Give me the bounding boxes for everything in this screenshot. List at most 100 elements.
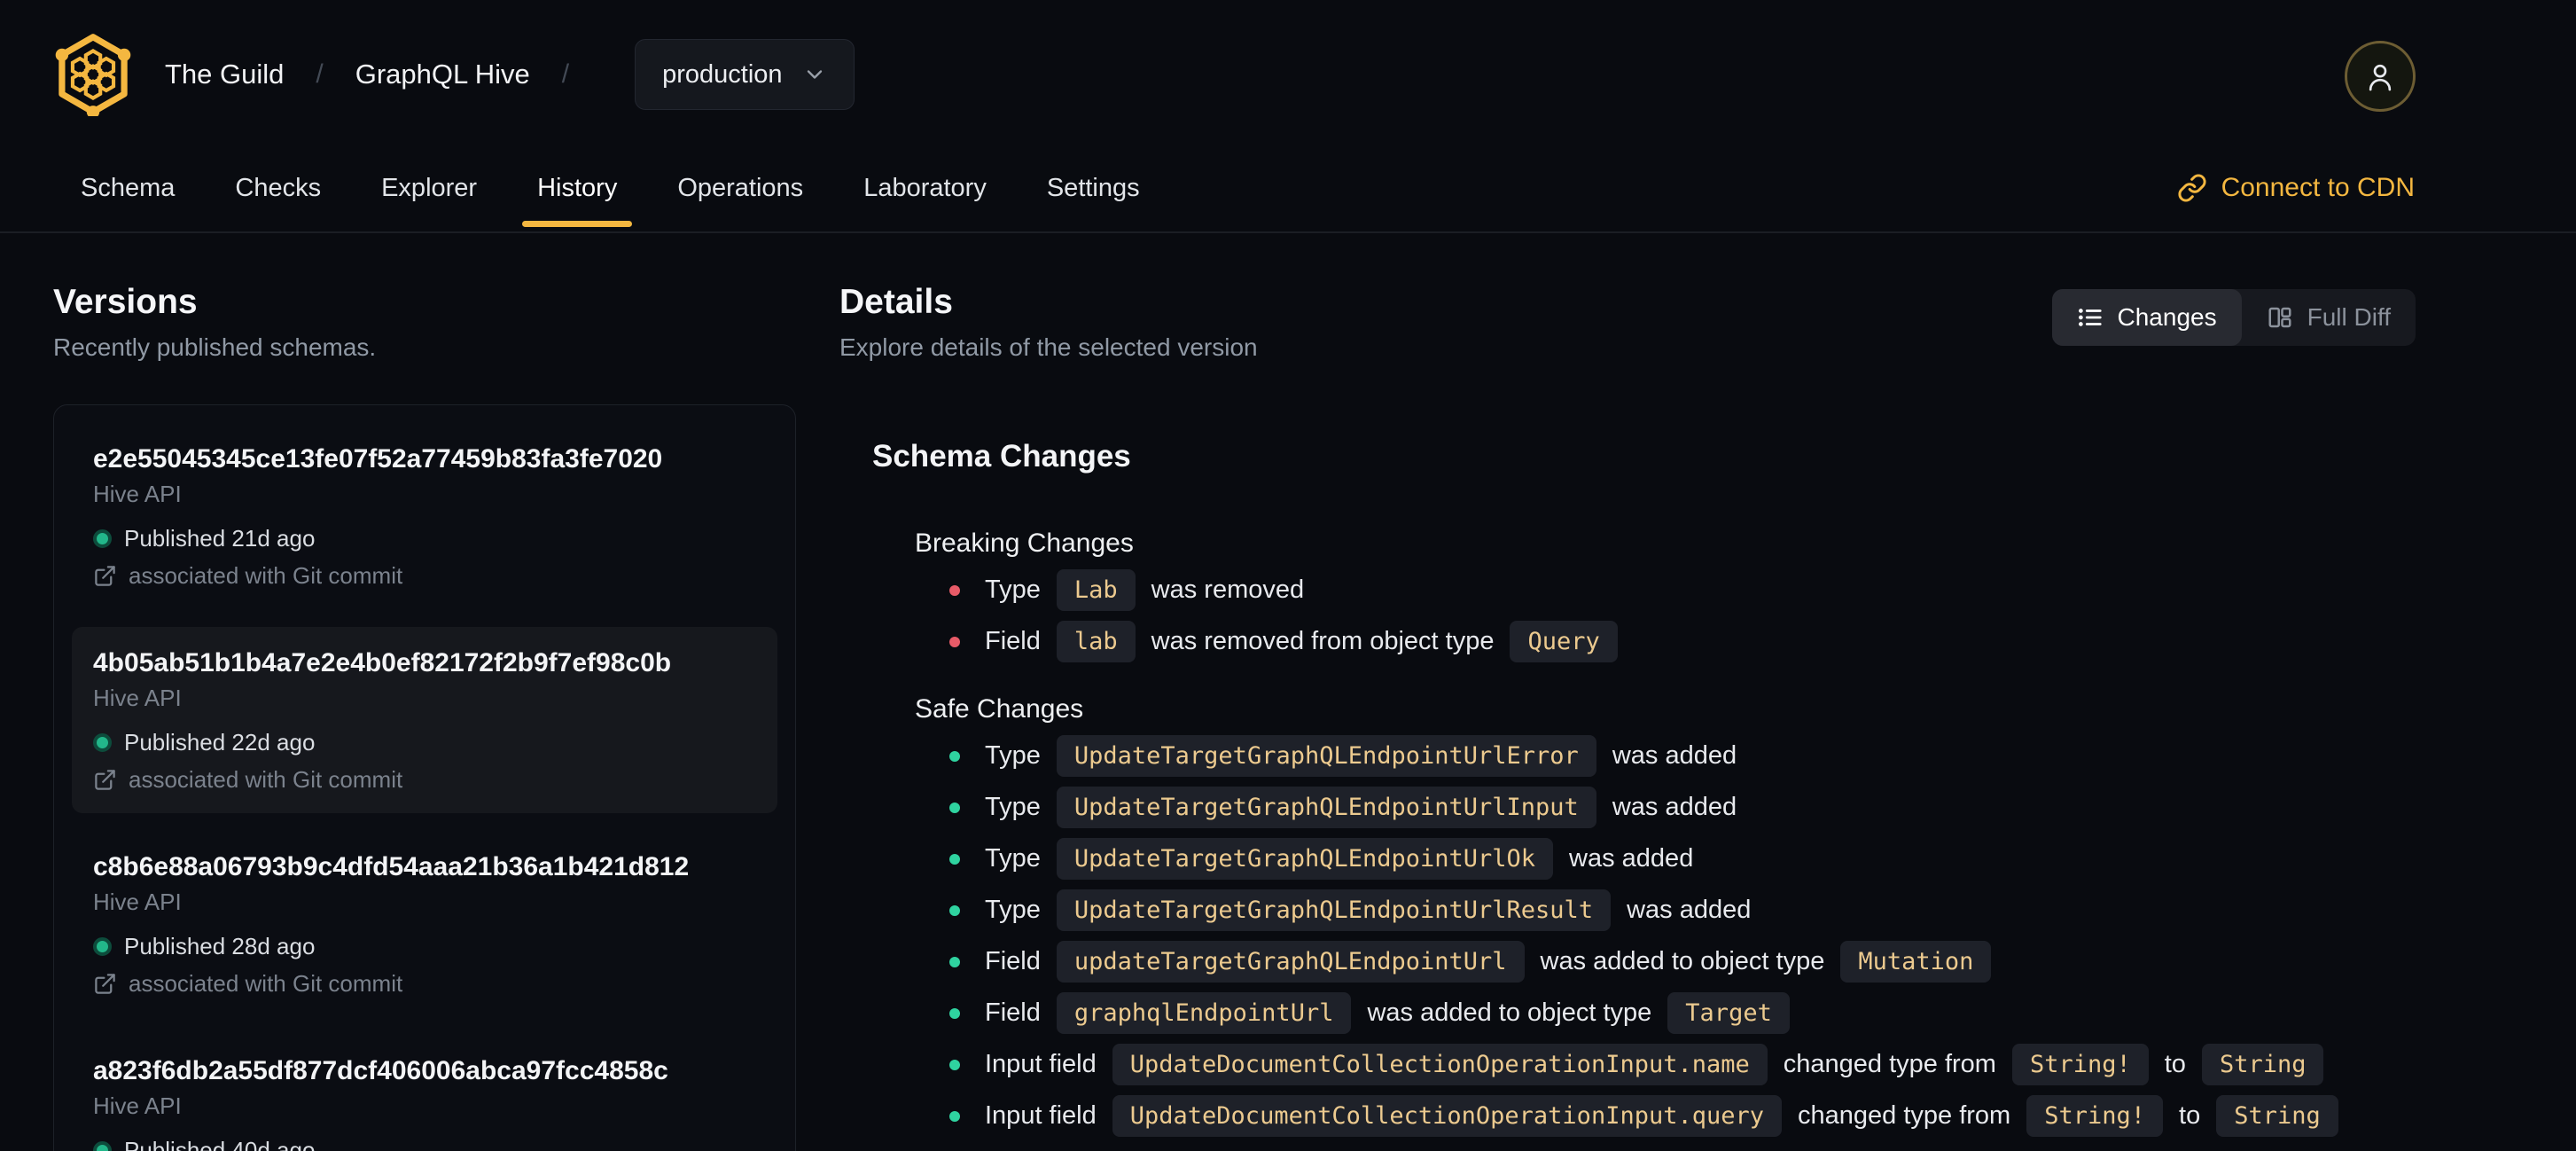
nav-tab-label: Checks bbox=[235, 173, 322, 202]
git-commit-label: associated with Git commit bbox=[129, 766, 403, 793]
change-text: was added bbox=[1612, 793, 1737, 821]
published-label: Published 22d ago bbox=[124, 729, 316, 756]
link-icon bbox=[2177, 173, 2207, 203]
nav-tab[interactable]: Settings bbox=[1032, 145, 1155, 231]
nav-tab[interactable]: Operations bbox=[662, 145, 818, 231]
safe-changes-list: Type UpdateTargetGraphQLEndpointUrlError w… bbox=[949, 735, 2416, 1137]
details-title: Details bbox=[839, 283, 953, 321]
safe-bullet-icon bbox=[949, 1007, 960, 1019]
published-label: Published 28d ago bbox=[124, 933, 316, 959]
connect-to-cdn-label: Connect to CDN bbox=[2221, 173, 2415, 202]
code-chip: updateTargetGraphQLEndpointUrl bbox=[1056, 941, 1525, 983]
code-chip: String bbox=[2216, 1095, 2338, 1137]
change-text: Type bbox=[985, 576, 1041, 604]
code-chip: UpdateTargetGraphQLEndpointUrlResult bbox=[1056, 889, 1612, 931]
version-published-row: Published 28d ago bbox=[93, 934, 756, 959]
nav-tab-label: Laboratory bbox=[863, 173, 987, 202]
details-panel: Details Explore details of the selected … bbox=[839, 282, 2416, 1147]
change-text: was added to object type bbox=[1540, 947, 1825, 975]
safe-change-row: Input field UpdateDocumentCollectionOpera… bbox=[949, 1044, 2416, 1085]
connect-to-cdn-button[interactable]: Connect to CDN bbox=[2177, 145, 2415, 231]
safe-changes-section: Safe Changes Type UpdateTargetGraphQLEndp… bbox=[915, 693, 2416, 1137]
version-service-name: Hive API bbox=[93, 481, 182, 507]
change-text: changed type from bbox=[1798, 1101, 2011, 1130]
published-status-dot bbox=[93, 529, 112, 548]
change-text: was added to object type bbox=[1367, 998, 1652, 1027]
published-status-dot bbox=[93, 1140, 112, 1151]
nav-tab-label: Schema bbox=[81, 173, 176, 202]
code-chip: UpdateTargetGraphQLEndpointUrlInput bbox=[1056, 787, 1596, 828]
versions-list: e2e55045345ce13fe07f52a77459b83fa3fe7020… bbox=[53, 404, 796, 1151]
external-link-icon bbox=[93, 564, 117, 588]
version-list-item[interactable]: c8b6e88a06793b9c4dfd54aaa21b36a1b421d812… bbox=[72, 831, 777, 1017]
full-diff-view-button[interactable]: Full Diff bbox=[2242, 289, 2416, 346]
change-text: to bbox=[2164, 1050, 2186, 1078]
hive-logo-icon[interactable] bbox=[53, 33, 133, 116]
nav-tab[interactable]: Laboratory bbox=[848, 145, 1002, 231]
schema-changes-title: Schema Changes bbox=[872, 439, 1131, 474]
nav-tab[interactable]: Schema bbox=[66, 145, 190, 231]
safe-change-row: Field updateTargetGraphQLEndpointUrl was a… bbox=[949, 941, 2416, 983]
versions-panel: Versions Recently published schemas. e2e… bbox=[53, 282, 796, 1151]
safe-bullet-icon bbox=[949, 750, 960, 762]
change-text: was removed bbox=[1151, 576, 1305, 604]
git-commit-link[interactable]: associated with Git commit bbox=[93, 563, 756, 588]
safe-bullet-icon bbox=[949, 1059, 960, 1070]
breaking-bullet-icon bbox=[949, 584, 960, 596]
code-chip: String! bbox=[2026, 1095, 2164, 1137]
code-chip: Query bbox=[1510, 621, 1618, 662]
change-text: Input field bbox=[985, 1050, 1097, 1078]
version-hash: a823f6db2a55df877dcf406006abca97fcc4858c bbox=[93, 1056, 668, 1085]
version-published-row: Published 21d ago bbox=[93, 526, 756, 551]
main-nav: Schema Checks Explorer History Operation… bbox=[66, 145, 2415, 231]
safe-change-row: Type UpdateTargetGraphQLEndpointUrlOk was … bbox=[949, 838, 2416, 880]
safe-change-row: Type UpdateTargetGraphQLEndpointUrlResult… bbox=[949, 889, 2416, 931]
change-text: Type bbox=[985, 741, 1041, 770]
change-text: Type bbox=[985, 896, 1041, 924]
changes-view-label: Changes bbox=[2117, 303, 2217, 331]
git-commit-link[interactable]: associated with Git commit bbox=[93, 767, 756, 792]
safe-bullet-icon bbox=[949, 904, 960, 916]
version-list-item[interactable]: e2e55045345ce13fe07f52a77459b83fa3fe7020… bbox=[72, 423, 777, 609]
breadcrumb-project[interactable]: GraphQL Hive bbox=[355, 59, 530, 90]
nav-tab[interactable]: Checks bbox=[220, 145, 336, 231]
breadcrumb: The Guild / GraphQL Hive / bbox=[165, 59, 601, 90]
code-chip: UpdateTargetGraphQLEndpointUrlError bbox=[1056, 735, 1596, 777]
versions-title: Versions bbox=[53, 283, 198, 321]
header-top-row: The Guild / GraphQL Hive / production bbox=[0, 0, 2576, 149]
version-published-row: Published 22d ago bbox=[93, 730, 756, 755]
git-commit-link[interactable]: associated with Git commit bbox=[93, 971, 756, 996]
change-text: Field bbox=[985, 947, 1041, 975]
safe-change-row: Field graphqlEndpointUrl was added to obje… bbox=[949, 992, 2416, 1034]
code-chip: String! bbox=[2011, 1044, 2149, 1085]
nav-tab[interactable]: Explorer bbox=[366, 145, 492, 231]
nav-tab-label: History bbox=[537, 173, 618, 202]
changes-view-button[interactable]: Changes bbox=[2051, 289, 2242, 346]
nav-tab-label: Operations bbox=[677, 173, 804, 202]
published-label: Published 40d ago bbox=[124, 1137, 316, 1151]
change-text: to bbox=[2179, 1101, 2201, 1130]
published-label: Published 21d ago bbox=[124, 525, 316, 552]
breadcrumb-org[interactable]: The Guild bbox=[165, 59, 284, 90]
version-list-item[interactable]: 4b05ab51b1b4a7e2e4b0ef82172f2b9f7ef98c0b… bbox=[72, 627, 777, 813]
breaking-changes-title: Breaking Changes bbox=[915, 529, 1134, 558]
nav-tabs: Schema Checks Explorer History Operation… bbox=[66, 145, 1155, 231]
version-service-name: Hive API bbox=[93, 685, 182, 711]
change-text: Type bbox=[985, 793, 1041, 821]
versions-subtitle: Recently published schemas. bbox=[53, 333, 377, 361]
version-service-name: Hive API bbox=[93, 1092, 182, 1119]
version-list-item[interactable]: a823f6db2a55df877dcf406006abca97fcc4858c… bbox=[72, 1035, 777, 1151]
external-link-icon bbox=[93, 768, 117, 792]
chevron-down-icon bbox=[802, 62, 827, 87]
code-chip: UpdateTargetGraphQLEndpointUrlOk bbox=[1056, 838, 1554, 880]
change-text: Field bbox=[985, 627, 1041, 655]
target-selector[interactable]: production bbox=[635, 39, 855, 110]
nav-tab[interactable]: History bbox=[522, 145, 633, 231]
user-avatar-button[interactable] bbox=[2345, 41, 2416, 112]
published-status-dot bbox=[93, 936, 112, 956]
details-header: Details Explore details of the selected … bbox=[839, 282, 2416, 364]
safe-change-row: Type UpdateTargetGraphQLEndpointUrlError w… bbox=[949, 735, 2416, 777]
change-text: changed type from bbox=[1783, 1050, 1996, 1078]
full-diff-view-label: Full Diff bbox=[2307, 303, 2391, 331]
code-chip: Mutation bbox=[1840, 941, 1992, 983]
